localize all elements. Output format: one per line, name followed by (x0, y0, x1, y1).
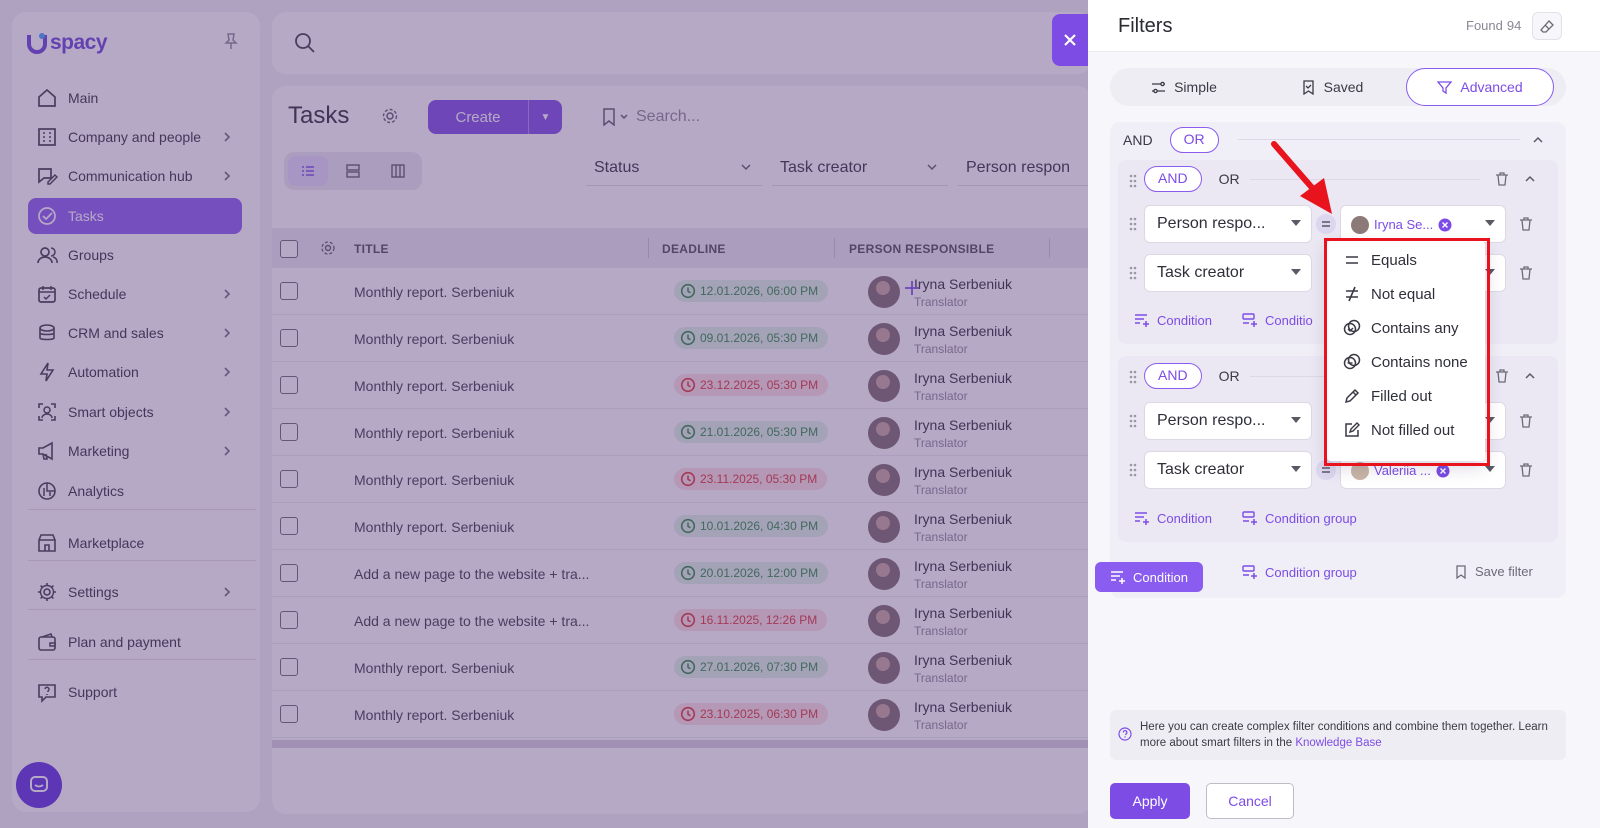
trash-icon[interactable] (1518, 216, 1534, 232)
found-label: Found (1466, 18, 1503, 33)
close-icon (1064, 34, 1076, 46)
add-condition-label: Condition (1157, 510, 1212, 526)
equals-icon (1322, 221, 1330, 227)
caret-down-icon (1485, 466, 1495, 472)
root-add-condition-group-button[interactable]: Condition group (1242, 564, 1357, 580)
highlight-box (1324, 238, 1490, 466)
tab-simple[interactable]: Simple (1110, 68, 1258, 106)
add-condition-label: Condition (1133, 569, 1188, 585)
logic-or-button[interactable]: OR (1169, 127, 1219, 153)
question-circle-icon (1118, 727, 1132, 741)
caret-down-icon (1291, 269, 1301, 275)
drag-handle-icon[interactable] (1128, 462, 1138, 478)
condition-field-value: Person respo... (1157, 412, 1266, 429)
caret-down-icon (1485, 220, 1495, 226)
condition-field-value: Person respo... (1157, 215, 1266, 232)
info-box: Here you can create complex filter condi… (1110, 710, 1566, 760)
group1-logic-toggle: AND OR (1144, 166, 1253, 192)
trash-icon[interactable] (1518, 413, 1534, 429)
knowledge-base-link[interactable]: Knowledge Base (1295, 737, 1381, 749)
cancel-button[interactable]: Cancel (1206, 783, 1294, 819)
condition-field-value: Task creator (1157, 264, 1245, 281)
tab-saved-label: Saved (1323, 79, 1364, 95)
add-condition-label: Condition (1157, 312, 1212, 328)
condition-field-select[interactable]: Task creator (1144, 254, 1312, 292)
annotation-arrow-icon (1271, 141, 1332, 214)
tab-saved[interactable]: Saved (1258, 68, 1406, 106)
sliders-icon (1152, 81, 1166, 93)
eraser-icon (1539, 19, 1554, 33)
root-add-condition-button[interactable]: Condition (1095, 562, 1203, 592)
caret-down-icon (1291, 466, 1301, 472)
found-count: Found 94 (1466, 18, 1521, 33)
add-condition-group-button[interactable]: Condition group (1242, 510, 1357, 526)
condition-field-select[interactable]: Person respo... (1144, 402, 1312, 440)
chevron-up-icon[interactable] (1522, 368, 1538, 384)
tab-advanced-label: Advanced (1460, 79, 1523, 95)
bookmark-icon (1456, 564, 1466, 579)
add-condition-icon (1135, 314, 1149, 327)
filter-mode-tabs: Simple Saved Advanced (1110, 68, 1566, 106)
add-condition-group-button[interactable]: Conditio (1242, 312, 1326, 328)
filter-advanced-icon (1437, 80, 1453, 94)
drag-handle-icon[interactable] (1128, 413, 1138, 429)
trash-icon[interactable] (1494, 171, 1510, 187)
drag-handle-icon[interactable] (1128, 265, 1138, 281)
remove-chip-icon[interactable] (1436, 464, 1450, 478)
equals-icon (1322, 467, 1330, 473)
add-condition-button[interactable]: Condition (1134, 312, 1212, 328)
apply-button[interactable]: Apply (1110, 783, 1190, 819)
condition-field-select[interactable]: Task creator (1144, 451, 1312, 489)
group2-logic-toggle: AND OR (1144, 363, 1253, 389)
found-number: 94 (1506, 18, 1522, 33)
add-condition-group-label: Conditio (1265, 312, 1313, 328)
trash-icon[interactable] (1518, 462, 1534, 478)
trash-icon[interactable] (1494, 368, 1510, 384)
remove-chip-icon[interactable] (1438, 218, 1452, 232)
logic-and-button[interactable]: AND (1110, 127, 1166, 153)
close-filters-button[interactable] (1052, 14, 1088, 66)
save-filter-button[interactable]: Save filter (1454, 564, 1533, 579)
filters-header: Filters Found 94 (1088, 0, 1600, 52)
filters-title: Filters (1118, 15, 1173, 37)
info-text: Here you can create complex filter condi… (1140, 719, 1560, 751)
tab-simple-label: Simple (1174, 79, 1217, 95)
add-condition-icon (1135, 512, 1149, 525)
add-condition-group-label: Condition group (1265, 564, 1357, 580)
add-group-icon (1242, 313, 1257, 327)
chevron-up-icon[interactable] (1530, 132, 1546, 148)
logic-and-button[interactable]: AND (1144, 166, 1202, 192)
caret-down-icon (1291, 220, 1301, 226)
avatar (1351, 216, 1369, 234)
add-condition-group-label: Condition group (1265, 510, 1357, 526)
tab-advanced[interactable]: Advanced (1406, 68, 1554, 106)
modal-overlay[interactable] (0, 0, 1088, 828)
condition-field-value: Task creator (1157, 461, 1245, 478)
save-filter-label: Save filter (1475, 564, 1533, 579)
logic-and-button[interactable]: AND (1144, 363, 1202, 389)
trash-icon[interactable] (1518, 265, 1534, 281)
drag-handle-icon[interactable] (1128, 173, 1138, 189)
bookmark-check-icon (1302, 79, 1314, 95)
add-condition-icon (1111, 571, 1126, 584)
drag-handle-icon[interactable] (1128, 369, 1138, 385)
caret-down-icon (1291, 417, 1301, 423)
chevron-up-icon[interactable] (1522, 171, 1538, 187)
clear-filters-button[interactable] (1532, 12, 1562, 40)
logic-or-button[interactable]: OR (1206, 166, 1253, 192)
root-logic-toggle: AND OR (1110, 127, 1219, 153)
add-group-icon (1242, 511, 1257, 525)
drag-handle-icon[interactable] (1128, 216, 1138, 232)
add-group-icon (1242, 565, 1257, 579)
add-condition-button[interactable]: Condition (1134, 510, 1212, 526)
user-chip: Iryna Se... (1351, 214, 1452, 236)
logic-or-button[interactable]: OR (1206, 363, 1253, 389)
